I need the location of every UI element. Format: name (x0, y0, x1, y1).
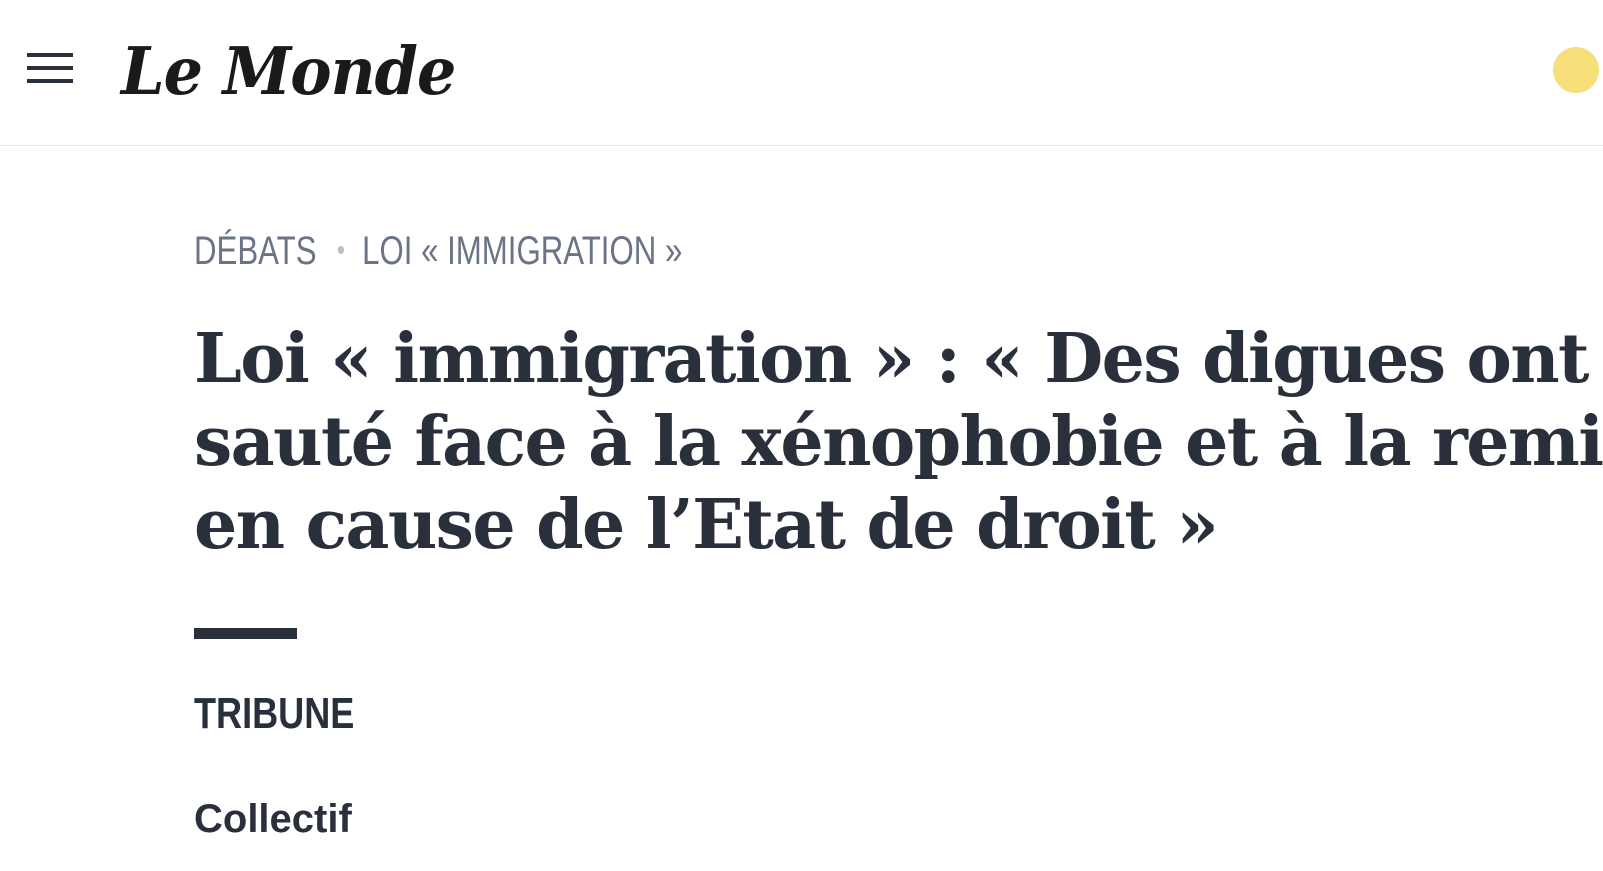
article-author[interactable]: Collectif (194, 794, 352, 844)
hamburger-menu-icon-line-3 (27, 79, 73, 83)
site-header: Le Monde (0, 0, 1603, 146)
article-title: Loi « immigration » : « Des digues ont s… (194, 318, 1603, 567)
breadcrumb-section-link[interactable]: DÉBATS (194, 229, 317, 273)
menu-button[interactable] (22, 46, 78, 90)
article-title-line: Loi « immigration » : « Des digues ont (194, 319, 1589, 399)
hamburger-menu-icon-line-2 (27, 66, 73, 70)
article-type-label: TRIBUNE (194, 689, 355, 738)
breadcrumb-separator: • (336, 234, 346, 267)
title-divider (194, 628, 297, 639)
article-title-line: sauté face à la xénophobie et à la remis… (194, 402, 1603, 482)
le-monde-logo[interactable]: Le Monde (121, 30, 456, 114)
breadcrumb-topic-link[interactable]: LOI « IMMIGRATION » (362, 229, 682, 273)
breadcrumb: DÉBATS • LOI « IMMIGRATION » (194, 226, 682, 276)
article-title-line: en cause de l’Etat de droit » (194, 485, 1219, 565)
account-avatar[interactable] (1553, 47, 1599, 93)
hamburger-menu-icon (27, 53, 73, 57)
